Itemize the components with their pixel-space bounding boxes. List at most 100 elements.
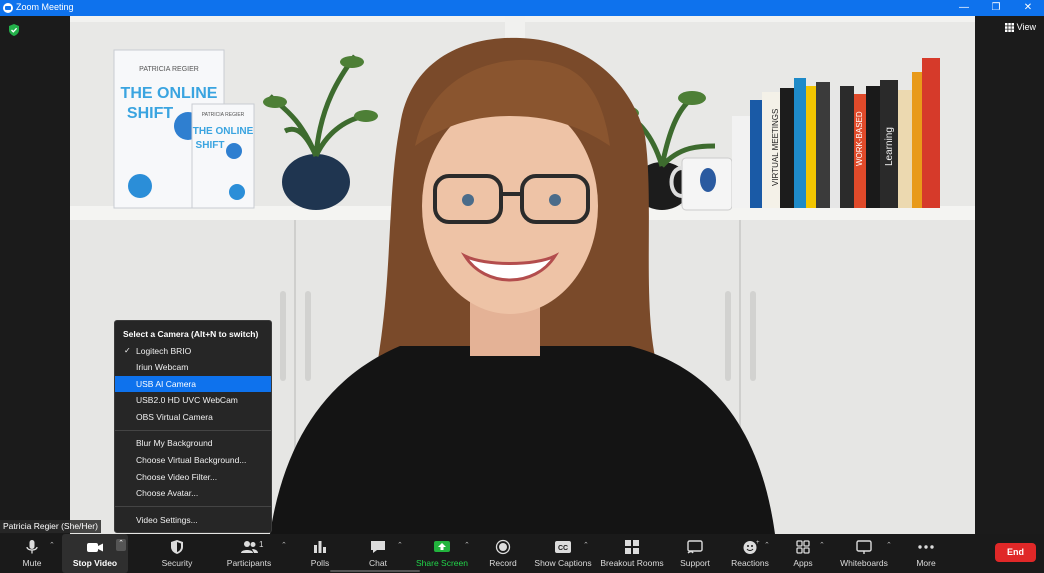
breakout-rooms-label: Breakout Rooms	[600, 558, 664, 568]
option-label: Video Settings...	[136, 515, 198, 525]
camera-option-logitech-brio[interactable]: ✓ Logitech BRIO	[115, 343, 271, 359]
apps-label: Apps	[793, 558, 813, 568]
camera-option-label: USB AI Camera	[136, 379, 196, 389]
more-dots-icon	[918, 545, 934, 549]
apps-button[interactable]: Apps	[786, 534, 820, 573]
svg-text:THE ONLINE: THE ONLINE	[193, 126, 254, 137]
svg-text:Learning: Learning	[884, 127, 895, 166]
camera-option-usb2-hd-uvc-webcam[interactable]: USB2.0 HD UVC WebCam	[115, 392, 271, 408]
whiteboard-icon	[856, 540, 872, 554]
breakout-rooms-icon	[625, 540, 639, 554]
record-icon	[495, 539, 511, 555]
virtual-background-option[interactable]: Choose Virtual Background...	[115, 452, 271, 468]
whiteboards-options-caret[interactable]: ⌃	[886, 541, 892, 549]
svg-text:WORK-BASED: WORK-BASED	[855, 111, 864, 166]
show-captions-button[interactable]: CC Show Captions	[534, 534, 592, 573]
participants-button[interactable]: 1 Participants	[222, 534, 276, 573]
security-label: Security	[161, 558, 193, 568]
support-label: Support	[680, 558, 710, 568]
title-bar: Zoom Meeting — ❐ ✕	[0, 0, 1044, 16]
chat-options-caret[interactable]: ⌃	[397, 541, 403, 549]
camera-option-label: OBS Virtual Camera	[136, 412, 213, 422]
security-button[interactable]: Security	[156, 534, 198, 573]
option-label: Choose Virtual Background...	[136, 455, 247, 465]
participants-options-caret[interactable]: ⌃	[281, 541, 287, 549]
checkmark-icon: ✓	[124, 346, 131, 355]
chat-icon	[371, 541, 385, 553]
svg-text:SHIFT: SHIFT	[196, 140, 225, 151]
meeting-toolbar: Mute ⌃ Stop Video ⌃ Security 1 Participa…	[0, 534, 1044, 573]
more-button[interactable]: More	[908, 534, 944, 573]
book-author: PATRICIA REGIER	[139, 66, 199, 73]
captions-options-caret[interactable]: ⌃	[583, 541, 589, 549]
mute-button[interactable]: Mute	[12, 534, 52, 573]
blur-background-option[interactable]: Blur My Background	[115, 435, 271, 451]
svg-text:VIRTUAL MEETINGS: VIRTUAL MEETINGS	[771, 109, 780, 186]
closed-captions-icon: CC	[555, 541, 571, 553]
video-filter-option[interactable]: Choose Video Filter...	[115, 469, 271, 485]
apps-icon	[796, 540, 810, 554]
shield-icon	[171, 540, 183, 554]
share-screen-icon	[434, 541, 450, 552]
share-screen-label: Share Screen	[416, 558, 468, 568]
chat-button[interactable]: Chat	[360, 534, 396, 573]
encryption-shield-icon[interactable]	[8, 24, 20, 36]
svg-text:+: +	[756, 540, 760, 546]
camera-option-usb-ai-camera[interactable]: USB AI Camera	[115, 376, 271, 392]
restore-button[interactable]: ❐	[980, 0, 1012, 16]
whiteboards-label: Whiteboards	[840, 558, 888, 568]
chat-label: Chat	[369, 558, 387, 568]
participants-label: Participants	[226, 558, 272, 568]
avatar-option[interactable]: Choose Avatar...	[115, 485, 271, 501]
more-label: More	[916, 558, 936, 568]
view-button[interactable]: View	[1004, 22, 1036, 32]
grid-icon	[1004, 22, 1014, 32]
apps-options-caret[interactable]: ⌃	[819, 541, 825, 549]
video-settings-option[interactable]: Video Settings...	[115, 512, 271, 528]
polls-button[interactable]: Polls	[302, 534, 338, 573]
share-screen-button[interactable]: Share Screen	[414, 534, 470, 573]
breakout-rooms-button[interactable]: Breakout Rooms	[600, 534, 664, 573]
share-options-caret[interactable]: ⌃	[464, 541, 470, 549]
menu-divider	[115, 506, 271, 507]
view-label: View	[1016, 22, 1036, 32]
menu-header: Select a Camera (Alt+N to switch)	[123, 329, 259, 339]
mute-label: Mute	[22, 558, 42, 568]
svg-text:THE ONLINE: THE ONLINE	[121, 85, 218, 102]
audio-options-caret[interactable]: ⌃	[49, 541, 55, 549]
option-label: Choose Video Filter...	[136, 472, 218, 482]
microphone-icon	[26, 540, 38, 554]
support-icon	[687, 540, 703, 554]
minimize-button[interactable]: —	[948, 0, 980, 16]
end-meeting-button[interactable]: End	[995, 543, 1036, 562]
option-label: Choose Avatar...	[136, 488, 199, 498]
video-camera-icon	[87, 543, 103, 552]
svg-text:PATRICIA REGIER: PATRICIA REGIER	[202, 112, 245, 118]
camera-option-label: USB2.0 HD UVC WebCam	[136, 395, 238, 405]
menu-divider	[115, 430, 271, 431]
svg-text:SHIFT: SHIFT	[127, 105, 173, 122]
close-button[interactable]: ✕	[1012, 0, 1044, 16]
participant-name-tag: Patricia Regier (She/Her)	[0, 520, 101, 533]
toolbar-scroll-indicator	[330, 570, 420, 572]
zoom-app-icon	[3, 3, 13, 13]
participants-count: 1	[259, 540, 264, 549]
reactions-label: Reactions	[731, 558, 769, 568]
support-button[interactable]: Support	[676, 534, 714, 573]
record-button[interactable]: Record	[484, 534, 522, 573]
stop-video-label: Stop Video	[72, 558, 118, 568]
video-options-caret[interactable]: ⌃	[116, 539, 126, 551]
camera-option-label: Iriun Webcam	[136, 362, 189, 372]
camera-select-menu: Select a Camera (Alt+N to switch) ✓ Logi…	[114, 320, 272, 533]
polls-label: Polls	[310, 558, 330, 568]
whiteboards-button[interactable]: Whiteboards	[838, 534, 890, 573]
camera-option-iriun-webcam[interactable]: Iriun Webcam	[115, 359, 271, 375]
record-label: Record	[489, 558, 517, 568]
reactions-button[interactable]: + Reactions	[730, 534, 770, 573]
reactions-options-caret[interactable]: ⌃	[764, 541, 770, 549]
camera-option-label: Logitech BRIO	[136, 346, 192, 356]
option-label: Blur My Background	[136, 438, 213, 448]
reactions-smiley-icon: +	[743, 540, 760, 554]
camera-option-obs-virtual-camera[interactable]: OBS Virtual Camera	[115, 409, 271, 425]
svg-text:CC: CC	[558, 545, 568, 552]
